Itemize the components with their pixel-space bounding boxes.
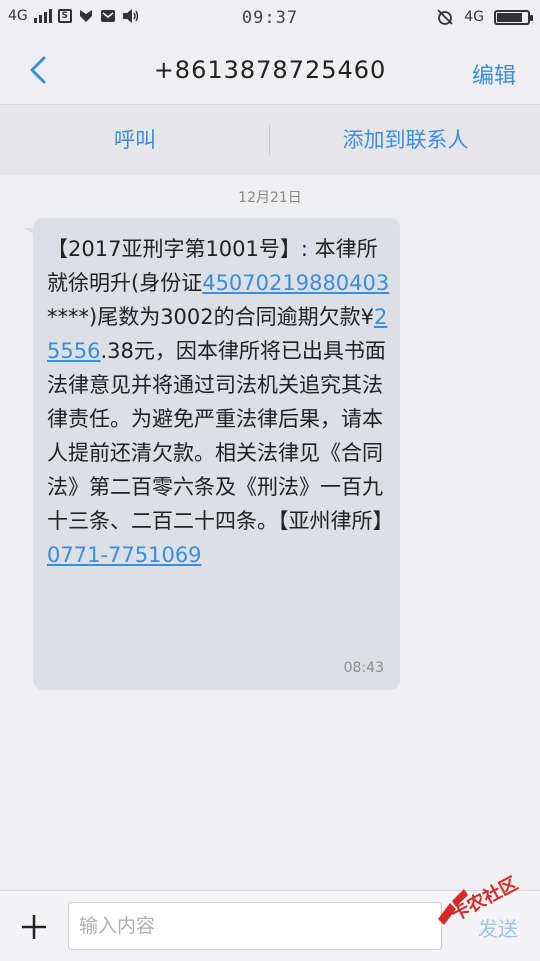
incoming-message-bubble[interactable]: 【2017亚刑字第1001号】: 本律所就徐明升(身份证450702198804… — [24, 218, 400, 690]
contact-action-bar: 呼叫 添加到联系人 — [0, 105, 540, 175]
send-button[interactable]: 发送 — [478, 913, 518, 942]
message-time: 08:43 — [343, 660, 384, 676]
message-input[interactable] — [68, 902, 442, 950]
alarm-off-icon — [437, 9, 453, 25]
battery-level — [497, 12, 523, 22]
add-to-contacts-button[interactable]: 添加到联系人 — [271, 105, 540, 175]
message-thread[interactable]: 12月21日 【2017亚刑字第1001号】: 本律所就徐明升(身份证45070… — [0, 175, 540, 890]
message-text-part2: ****)尾数为3002的合同逾期欠款¥ — [47, 305, 374, 329]
action-divider — [269, 125, 270, 155]
id-number-link[interactable]: 45070219880403 — [202, 271, 389, 295]
status-bar: 4G S 09:37 4G — [0, 0, 540, 36]
status-right: 4G — [436, 8, 533, 26]
phone-number-link[interactable]: 0771-7751069 — [47, 543, 202, 567]
conversation-header: +8613878725460 编辑 — [0, 36, 540, 105]
contact-number-title: +8613878725460 — [153, 56, 387, 84]
network-type-right: 4G — [464, 9, 484, 25]
edit-button[interactable]: 编辑 — [472, 58, 516, 90]
battery-icon — [494, 9, 533, 25]
plus-icon[interactable] — [20, 913, 48, 941]
message-text-part3: .38元，因本律所将已出具书面法律意见并将通过司法机关追究其法律责任。为避免严重… — [47, 339, 394, 533]
call-button[interactable]: 呼叫 — [0, 105, 270, 175]
message-body: 【2017亚刑字第1001号】: 本律所就徐明升(身份证450702198804… — [47, 232, 394, 572]
message-date: 12月21日 — [238, 190, 302, 206]
composer-bar: 发送 卡农社区 — [0, 873, 540, 961]
